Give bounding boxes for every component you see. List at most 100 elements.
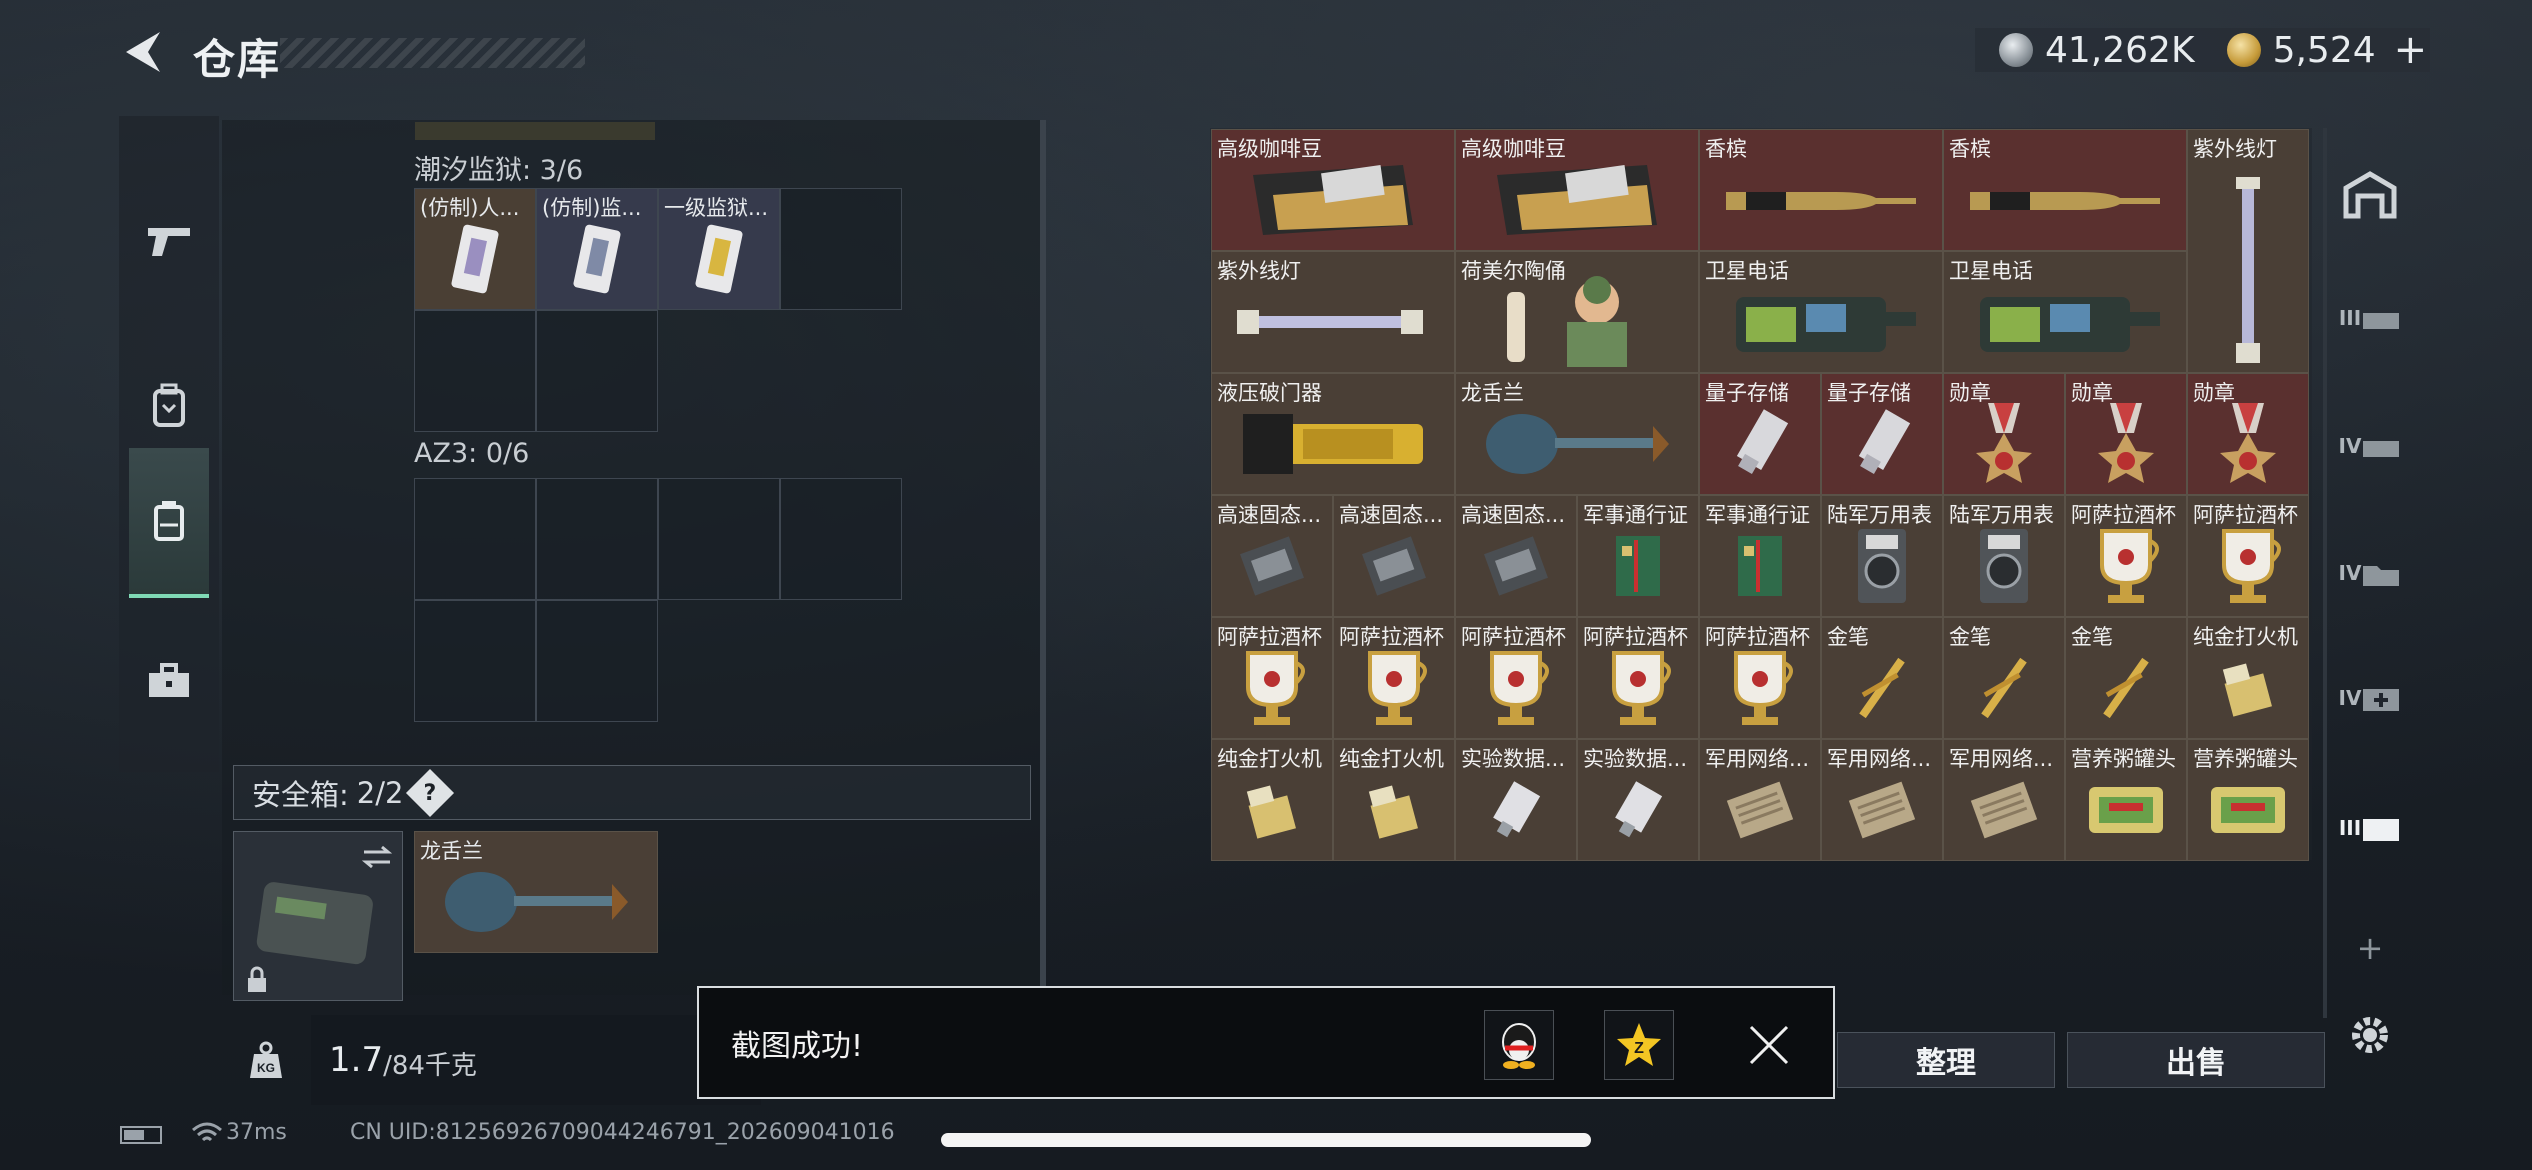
storage-item[interactable]: 荷美尔陶俑 bbox=[1455, 251, 1699, 373]
safe-box-container[interactable] bbox=[233, 831, 403, 1001]
storage-item[interactable]: 金笔 bbox=[1943, 617, 2065, 739]
home-indicator[interactable] bbox=[941, 1133, 1591, 1147]
can-icon bbox=[2203, 775, 2293, 849]
storage-item[interactable]: 纯金打火机 bbox=[1211, 739, 1333, 861]
help-button[interactable]: ? bbox=[406, 768, 455, 817]
empty-slot[interactable] bbox=[414, 478, 536, 600]
storage-item[interactable]: 实验数据... bbox=[1577, 739, 1699, 861]
item-name: (仿制)监... bbox=[542, 196, 642, 220]
share-qq-button[interactable] bbox=[1484, 1010, 1554, 1080]
storage-item[interactable]: 营养粥罐头 bbox=[2187, 739, 2309, 861]
champagne-icon bbox=[1716, 170, 1926, 234]
empty-slot[interactable] bbox=[780, 188, 902, 310]
storage-item[interactable]: 勋章 bbox=[1943, 373, 2065, 495]
storage-item[interactable]: 军用网络... bbox=[1943, 739, 2065, 861]
storage-item[interactable]: 液压破门器 bbox=[1211, 373, 1455, 495]
lighter-icon bbox=[1232, 770, 1312, 854]
empty-slot[interactable] bbox=[536, 478, 658, 600]
tab-tier-iii-a[interactable]: III bbox=[2335, 283, 2405, 353]
storage-item[interactable]: 纯金打火机 bbox=[2187, 617, 2309, 739]
storage-item[interactable]: 陆军万用表 bbox=[1821, 495, 1943, 617]
share-qzone-button[interactable]: Z bbox=[1604, 1010, 1674, 1080]
storage-item[interactable]: 紫外线灯 bbox=[2187, 129, 2309, 373]
empty-slot[interactable] bbox=[414, 310, 536, 432]
tab-tier-iv-b[interactable]: IV bbox=[2335, 538, 2405, 608]
item-name: 军用网络... bbox=[1705, 747, 1810, 771]
tab-tier-iv-a[interactable]: IV bbox=[2335, 411, 2405, 481]
add-currency-button[interactable]: + bbox=[2394, 27, 2428, 73]
empty-slot[interactable] bbox=[780, 478, 902, 600]
storage-item[interactable]: 香槟 bbox=[1943, 129, 2187, 251]
goblet-icon bbox=[2208, 521, 2288, 615]
item-name: 阿萨拉酒杯 bbox=[2193, 503, 2298, 527]
item-name: 高级咖啡豆 bbox=[1217, 137, 1322, 161]
storage-item[interactable]: 高速固态... bbox=[1211, 495, 1333, 617]
storage-item[interactable]: 高级咖啡豆 bbox=[1455, 129, 1699, 251]
sell-button[interactable]: 出售 bbox=[2067, 1032, 2325, 1088]
item-name: 纯金打火机 bbox=[2193, 625, 2298, 649]
item-name: 勋章 bbox=[2071, 381, 2113, 405]
tab-add[interactable]: + bbox=[2335, 913, 2405, 983]
nav-weapons[interactable] bbox=[129, 166, 209, 316]
storage-grid: 高级咖啡豆 高级咖啡豆 香槟 香槟 紫外线灯 紫外线灯 荷美尔陶俑 卫星电话 卫星电话 液压破门器… bbox=[1211, 129, 2309, 861]
goblet-icon bbox=[1354, 643, 1434, 737]
storage-item[interactable]: 紫外线灯 bbox=[1211, 251, 1455, 373]
storage-item[interactable]: 勋章 bbox=[2187, 373, 2309, 495]
settings-button[interactable] bbox=[2335, 1000, 2405, 1070]
storage-item[interactable]: 卫星电话 bbox=[1699, 251, 1943, 373]
armor-shape-icon bbox=[2363, 313, 2400, 329]
backpack-scrollbar[interactable] bbox=[1040, 120, 1046, 990]
storage-item[interactable]: 军事通行证 bbox=[1699, 495, 1821, 617]
storage-item[interactable]: 高速固态... bbox=[1333, 495, 1455, 617]
back-button[interactable] bbox=[120, 28, 164, 76]
storage-item[interactable]: 阿萨拉酒杯 bbox=[1455, 617, 1577, 739]
storage-item[interactable]: 金笔 bbox=[1821, 617, 1943, 739]
section-label-tidal-prison: 潮汐监狱: 3/6 bbox=[414, 155, 584, 186]
empty-slot[interactable] bbox=[536, 600, 658, 722]
sort-button[interactable]: 整理 bbox=[1837, 1032, 2055, 1088]
storage-item[interactable]: 军用网络... bbox=[1699, 739, 1821, 861]
storage-item[interactable]: 阿萨拉酒杯 bbox=[1699, 617, 1821, 739]
empty-slot[interactable] bbox=[414, 600, 536, 722]
storage-item[interactable]: 实验数据... bbox=[1455, 739, 1577, 861]
storage-item[interactable]: 高级咖啡豆 bbox=[1211, 129, 1455, 251]
storage-item[interactable]: 卫星电话 bbox=[1943, 251, 2187, 373]
storage-item[interactable]: 纯金打火机 bbox=[1333, 739, 1455, 861]
storage-item[interactable]: 阿萨拉酒杯 bbox=[2187, 495, 2309, 617]
storage-item[interactable]: 营养粥罐头 bbox=[2065, 739, 2187, 861]
storage-item[interactable]: 阿萨拉酒杯 bbox=[1577, 617, 1699, 739]
storage-item[interactable]: 阿萨拉酒杯 bbox=[1211, 617, 1333, 739]
storage-item[interactable]: 量子存储 bbox=[1821, 373, 1943, 495]
nav-toolbox[interactable] bbox=[129, 606, 209, 756]
multimeter-icon bbox=[1842, 521, 1922, 615]
close-toast-button[interactable] bbox=[1734, 1010, 1804, 1080]
nav-container[interactable] bbox=[129, 448, 209, 598]
item-name: 阿萨拉酒杯 bbox=[1583, 625, 1688, 649]
storage-item[interactable]: 军事通行证 bbox=[1577, 495, 1699, 617]
storage-item[interactable]: 阿萨拉酒杯 bbox=[2065, 495, 2187, 617]
item-name: 纯金打火机 bbox=[1217, 747, 1322, 771]
toolbox-icon bbox=[149, 663, 189, 697]
item-name: 阿萨拉酒杯 bbox=[1461, 625, 1566, 649]
backpack-item[interactable]: 一级监狱... bbox=[658, 188, 780, 310]
empty-slot[interactable] bbox=[658, 478, 780, 600]
storage-item[interactable]: 勋章 bbox=[2065, 373, 2187, 495]
gold-coin-icon bbox=[2226, 33, 2261, 67]
tab-tier-iv-c[interactable]: IV bbox=[2335, 663, 2405, 733]
storage-item[interactable]: 龙舌兰 bbox=[1455, 373, 1699, 495]
tab-warehouse[interactable] bbox=[2335, 160, 2405, 230]
backpack-item[interactable]: (仿制)监... bbox=[536, 188, 658, 310]
safe-box-item[interactable]: 龙舌兰 bbox=[414, 831, 658, 953]
item-name: 高级咖啡豆 bbox=[1461, 137, 1566, 161]
storage-item[interactable]: 金笔 bbox=[2065, 617, 2187, 739]
storage-item[interactable]: 阿萨拉酒杯 bbox=[1333, 617, 1455, 739]
storage-item[interactable]: 香槟 bbox=[1699, 129, 1943, 251]
storage-item[interactable]: 量子存储 bbox=[1699, 373, 1821, 495]
empty-slot[interactable] bbox=[536, 310, 658, 432]
backpack-item[interactable]: (仿制)人... bbox=[414, 188, 536, 310]
tab-tier-iii-selected[interactable]: III bbox=[2335, 793, 2405, 863]
storage-item[interactable]: 军用网络... bbox=[1821, 739, 1943, 861]
storage-item[interactable]: 高速固态... bbox=[1455, 495, 1577, 617]
storage-item[interactable]: 陆军万用表 bbox=[1943, 495, 2065, 617]
network-box-icon bbox=[1720, 770, 1800, 854]
